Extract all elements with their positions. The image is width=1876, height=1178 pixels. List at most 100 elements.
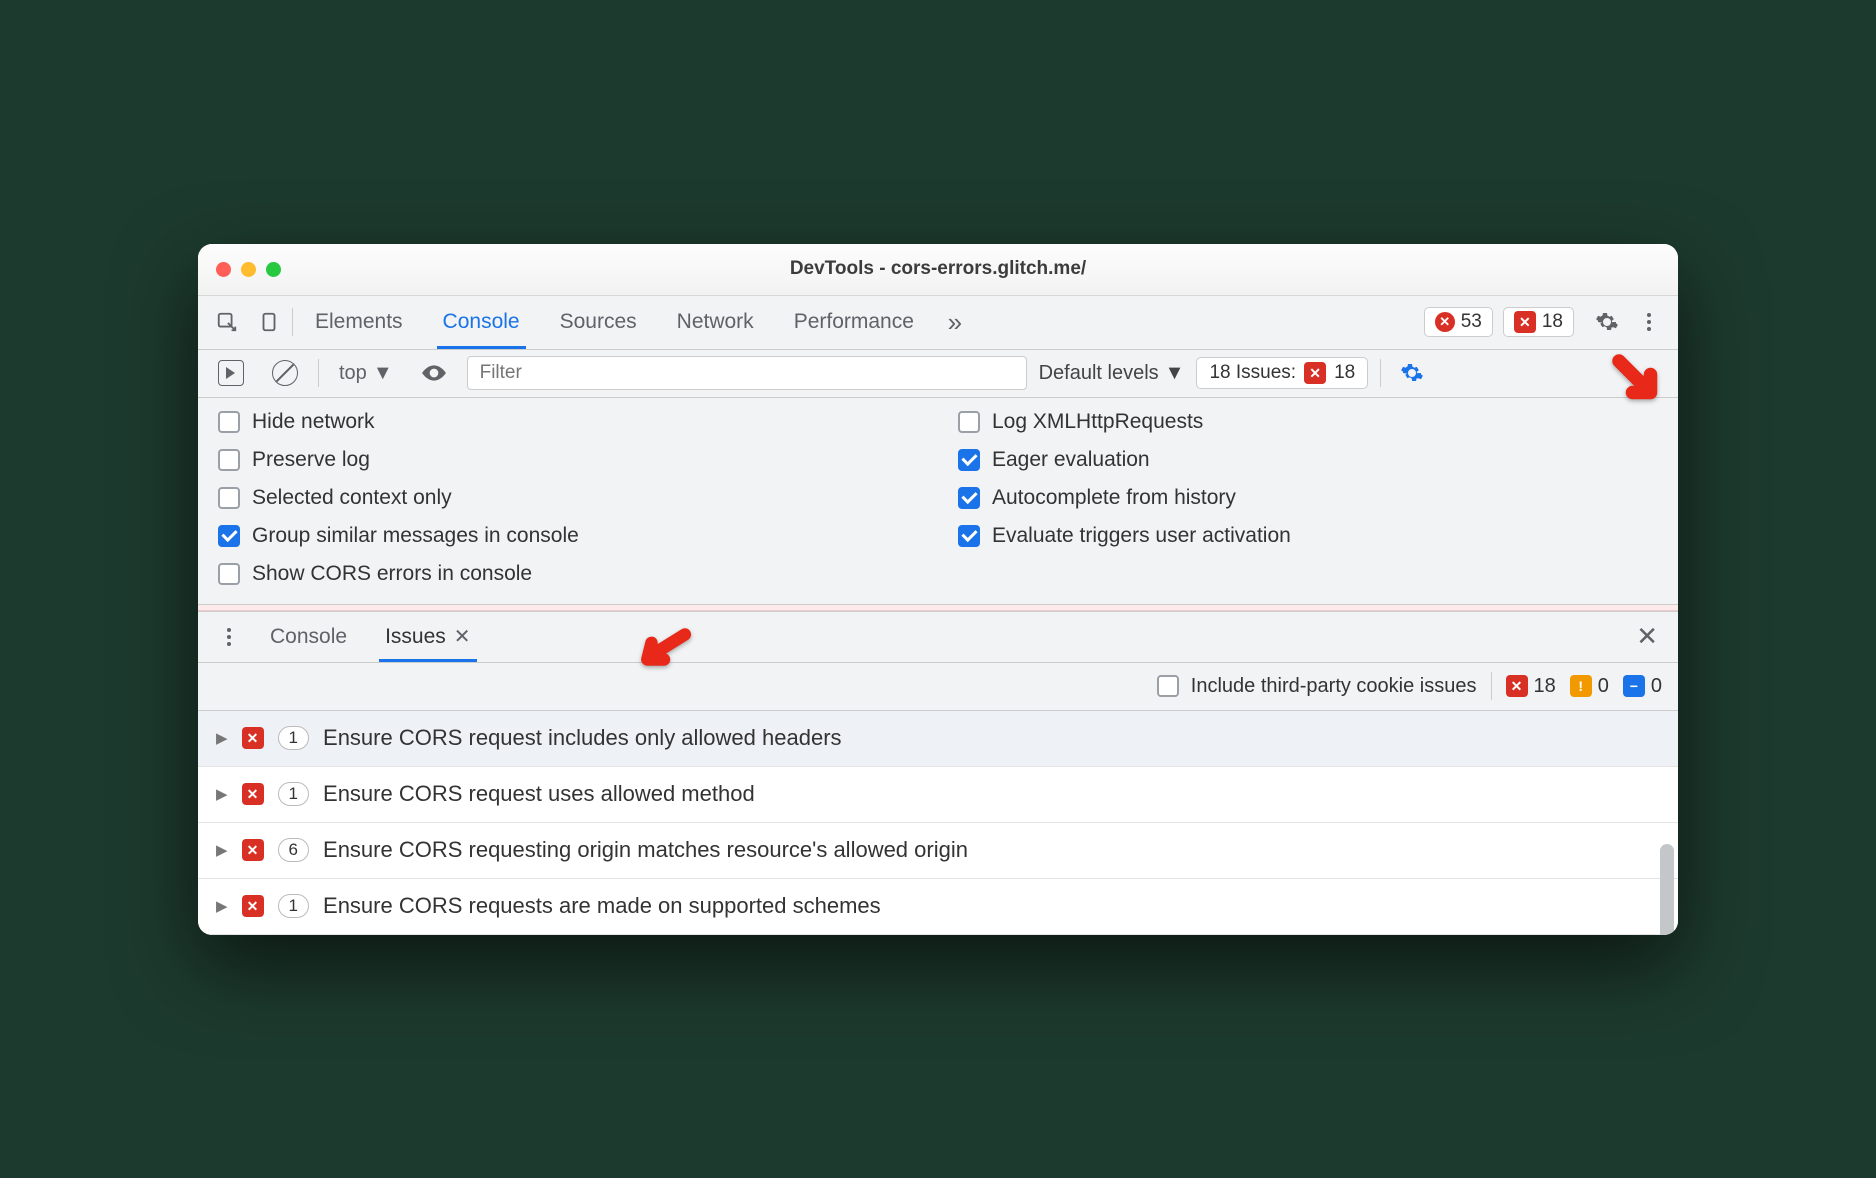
- issue-title: Ensure CORS request includes only allowe…: [323, 725, 842, 751]
- clear-console-icon[interactable]: [264, 356, 306, 390]
- issue-chat-icon: ✕: [1514, 311, 1536, 333]
- checkbox[interactable]: [218, 525, 240, 547]
- checkbox[interactable]: [958, 411, 980, 433]
- issues-badge[interactable]: ✕ 18: [1503, 307, 1574, 337]
- drawer-tab-label: Issues: [385, 625, 446, 649]
- issue-icon: ✕: [242, 895, 264, 917]
- traffic-lights: [216, 262, 281, 277]
- option-label: Eager evaluation: [992, 448, 1150, 472]
- annotation-arrow-icon: [1610, 352, 1664, 406]
- titlebar: DevTools - cors-errors.glitch.me/: [198, 244, 1678, 296]
- issue-icon: ✕: [242, 783, 264, 805]
- checkbox[interactable]: [958, 487, 980, 509]
- expand-chevron-icon[interactable]: ▶: [216, 785, 228, 803]
- issues-list: ▶ ✕ 1 Ensure CORS request includes only …: [198, 711, 1678, 935]
- tab-console[interactable]: Console: [425, 296, 538, 349]
- eye-icon[interactable]: [413, 356, 455, 390]
- maximize-window-button[interactable]: [266, 262, 281, 277]
- issues-button[interactable]: 18 Issues: ✕ 18: [1196, 357, 1368, 389]
- issue-icon: ✕: [242, 839, 264, 861]
- tab-performance[interactable]: Performance: [776, 296, 932, 349]
- run-icon[interactable]: [210, 356, 252, 390]
- issue-title: Ensure CORS requests are made on support…: [323, 893, 881, 919]
- option-preserve-log[interactable]: Preserve log: [218, 448, 918, 472]
- option-evaluate-triggers[interactable]: Evaluate triggers user activation: [958, 524, 1658, 548]
- minimize-window-button[interactable]: [241, 262, 256, 277]
- expand-chevron-icon[interactable]: ▶: [216, 841, 228, 859]
- chevron-down-icon: ▼: [1165, 362, 1185, 385]
- checkbox[interactable]: [218, 411, 240, 433]
- filter-input[interactable]: [467, 356, 1027, 390]
- more-tabs-icon[interactable]: »: [936, 303, 974, 341]
- issue-chat-icon: ✕: [1304, 362, 1326, 384]
- divider: [1491, 672, 1492, 700]
- divider: [318, 359, 319, 387]
- annotation-arrow-icon: [636, 622, 692, 672]
- issue-count-pill: 1: [278, 894, 309, 918]
- close-window-button[interactable]: [216, 262, 231, 277]
- issue-title: Ensure CORS requesting origin matches re…: [323, 837, 968, 863]
- option-label: Autocomplete from history: [992, 486, 1236, 510]
- error-chat-icon: ✕: [1506, 675, 1528, 697]
- checkbox[interactable]: [1157, 675, 1179, 697]
- close-tab-icon[interactable]: ✕: [454, 624, 471, 649]
- checkbox[interactable]: [218, 487, 240, 509]
- context-label: top: [339, 362, 367, 385]
- context-selector[interactable]: top ▼: [331, 358, 401, 389]
- inspect-icon[interactable]: [208, 303, 246, 341]
- option-label: Show CORS errors in console: [252, 562, 532, 586]
- issues-label: 18 Issues:: [1209, 362, 1296, 384]
- checkbox[interactable]: [958, 449, 980, 471]
- issue-row[interactable]: ▶ ✕ 1 Ensure CORS request includes only …: [198, 711, 1678, 767]
- console-settings-gear-icon[interactable]: [1393, 354, 1431, 392]
- option-autocomplete-history[interactable]: Autocomplete from history: [958, 486, 1658, 510]
- issue-title: Ensure CORS request uses allowed method: [323, 781, 755, 807]
- console-settings-panel: Hide network Log XMLHttpRequests Preserv…: [198, 398, 1678, 605]
- drawer-tab-console[interactable]: Console: [254, 612, 363, 662]
- issues-count-info: − 0: [1623, 675, 1662, 698]
- log-levels-selector[interactable]: Default levels ▼: [1039, 362, 1185, 385]
- option-log-xhr[interactable]: Log XMLHttpRequests: [958, 410, 1658, 434]
- tab-elements[interactable]: Elements: [297, 296, 421, 349]
- option-selected-context[interactable]: Selected context only: [218, 486, 918, 510]
- option-label: Evaluate triggers user activation: [992, 524, 1291, 548]
- option-label: Selected context only: [252, 486, 452, 510]
- error-icon: ✕: [1435, 312, 1455, 332]
- checkbox[interactable]: [218, 563, 240, 585]
- issue-count-pill: 1: [278, 726, 309, 750]
- console-toolbar: top ▼ Default levels ▼ 18 Issues: ✕ 18: [198, 350, 1678, 398]
- expand-chevron-icon[interactable]: ▶: [216, 897, 228, 915]
- more-menu-icon[interactable]: [1630, 303, 1668, 341]
- option-group-similar[interactable]: Group similar messages in console: [218, 524, 918, 548]
- issue-icon: ✕: [242, 727, 264, 749]
- tab-sources[interactable]: Sources: [542, 296, 655, 349]
- checkbox[interactable]: [218, 449, 240, 471]
- expand-chevron-icon[interactable]: ▶: [216, 729, 228, 747]
- count-value: 0: [1651, 675, 1662, 698]
- scrollbar-thumb[interactable]: [1660, 844, 1674, 935]
- option-hide-network[interactable]: Hide network: [218, 410, 918, 434]
- issue-row[interactable]: ▶ ✕ 1 Ensure CORS request uses allowed m…: [198, 767, 1678, 823]
- issue-count-pill: 1: [278, 782, 309, 806]
- issues-toolbar: Include third-party cookie issues ✕ 18 !…: [198, 663, 1678, 711]
- close-drawer-icon[interactable]: ✕: [1636, 621, 1658, 652]
- tab-network[interactable]: Network: [659, 296, 772, 349]
- drawer-tab-issues[interactable]: Issues ✕: [369, 612, 486, 662]
- more-menu-icon[interactable]: [210, 618, 248, 656]
- levels-label: Default levels: [1039, 362, 1159, 385]
- option-eager-evaluation[interactable]: Eager evaluation: [958, 448, 1658, 472]
- option-third-party-cookies[interactable]: Include third-party cookie issues: [1157, 675, 1477, 698]
- issues-count-warnings: ! 0: [1570, 675, 1609, 698]
- issue-count-pill: 6: [278, 838, 309, 862]
- option-show-cors-errors[interactable]: Show CORS errors in console: [218, 562, 918, 586]
- device-toggle-icon[interactable]: [250, 303, 288, 341]
- errors-badge[interactable]: ✕ 53: [1424, 307, 1493, 337]
- settings-gear-icon[interactable]: [1588, 303, 1626, 341]
- drawer-tabbar: Console Issues ✕ ✕: [198, 611, 1678, 663]
- issue-row[interactable]: ▶ ✕ 1 Ensure CORS requests are made on s…: [198, 879, 1678, 935]
- option-label: Log XMLHttpRequests: [992, 410, 1203, 434]
- option-label: Group similar messages in console: [252, 524, 579, 548]
- checkbox[interactable]: [958, 525, 980, 547]
- option-label: Include third-party cookie issues: [1191, 675, 1477, 698]
- issue-row[interactable]: ▶ ✕ 6 Ensure CORS requesting origin matc…: [198, 823, 1678, 879]
